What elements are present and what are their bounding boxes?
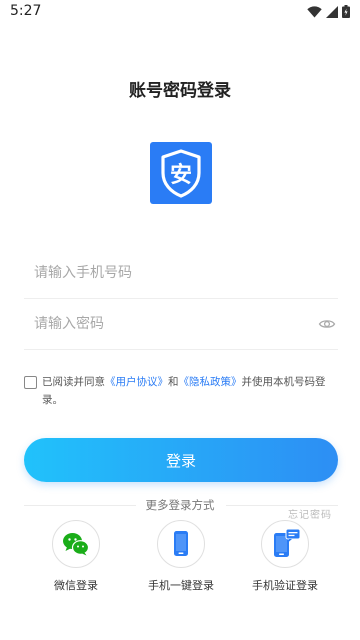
shield-an-logo-icon: 安 (161, 149, 201, 198)
battery-icon (342, 5, 350, 18)
wechat-login-option[interactable]: 微信登录 (36, 520, 116, 593)
phone-input[interactable] (34, 248, 294, 298)
user-agreement-link[interactable]: 《用户协议》 (105, 376, 168, 388)
password-input[interactable] (34, 299, 294, 349)
sms-login-circle[interactable] (261, 520, 309, 568)
privacy-policy-link[interactable]: 《隐私政策》 (179, 376, 242, 388)
wifi-icon (307, 5, 322, 18)
phone-field (24, 248, 338, 299)
onekey-login-option[interactable]: 手机一键登录 (141, 520, 221, 593)
status-icons (307, 5, 350, 18)
agreement: 已阅读并同意《用户协议》和《隐私政策》并使用本机号码登录。 (24, 373, 336, 409)
onekey-login-circle[interactable] (157, 520, 205, 568)
agreement-checkbox[interactable] (24, 376, 37, 389)
agreement-text: 已阅读并同意《用户协议》和《隐私政策》并使用本机号码登录。 (24, 373, 336, 409)
password-field (24, 299, 338, 350)
login-button[interactable]: 登录 (24, 438, 338, 482)
wechat-login-circle[interactable] (52, 520, 100, 568)
phone-icon (174, 531, 188, 556)
sms-login-option[interactable]: 手机验证登录 (245, 520, 325, 593)
app-logo: 安 (150, 142, 212, 204)
wechat-login-label: 微信登录 (54, 579, 98, 592)
phone-sms-icon (274, 528, 301, 557)
cellular-signal-icon (326, 5, 338, 18)
logo-glyph: 安 (170, 162, 192, 188)
overlay-text-fragment: 忘记密码 (288, 510, 332, 521)
page-title: 账号密码登录 (129, 81, 231, 101)
login-screen: 5:27 账号密码登录 安 请输入手机号码 已阅读并同意《用户协议》和《隐私政策… (0, 0, 360, 640)
status-bar: 5:27 (0, 0, 360, 24)
sms-login-label: 手机验证登录 (252, 579, 318, 592)
eye-icon[interactable] (318, 315, 336, 333)
agreement-and: 和 (168, 376, 179, 388)
status-time: 5:27 (10, 3, 42, 19)
agreement-prefix: 已阅读并同意 (42, 376, 105, 388)
onekey-login-label: 手机一键登录 (148, 579, 214, 592)
wechat-icon (63, 533, 90, 556)
